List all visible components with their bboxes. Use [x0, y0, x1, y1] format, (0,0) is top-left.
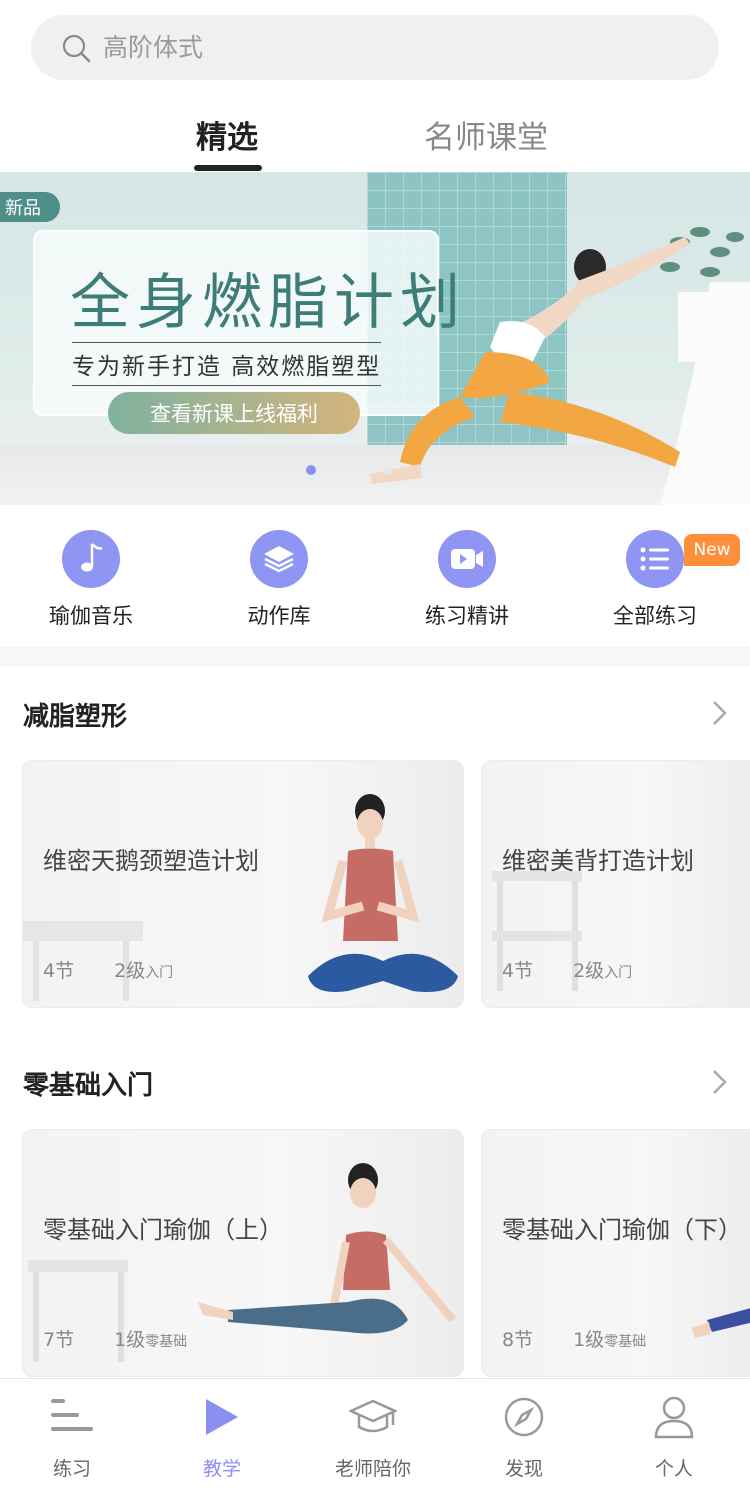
category-yoga-music[interactable]: 瑜伽音乐 [16, 530, 166, 630]
nav-discover[interactable]: 发现 [449, 1394, 599, 1481]
section-title-beginner: 零基础入门 [23, 1071, 154, 1101]
graduation-cap-icon [349, 1399, 397, 1433]
play-icon [206, 1399, 238, 1435]
course-title: 维密天鹅颈塑造计划 [43, 847, 259, 875]
session-count: 4节 [43, 960, 75, 982]
course-title: 维密美背打造计划 [502, 847, 694, 875]
nav-label: 老师陪你 [334, 1458, 411, 1480]
nav-teacher[interactable]: 老师陪你 [298, 1394, 448, 1481]
nav-label: 个人 [654, 1458, 693, 1480]
nav-label: 练习 [52, 1458, 91, 1480]
course-meta: 4节 2级入门 [502, 956, 632, 983]
layers-icon [250, 530, 308, 588]
category-label: 全部练习 [613, 604, 697, 628]
banner-cta-button[interactable]: 查看新课上线福利 [108, 392, 360, 434]
category-pose-library[interactable]: 动作库 [204, 530, 354, 630]
search-bar[interactable] [31, 15, 719, 80]
bottom-nav: 练习 教学 老师陪你 发现 个人 [0, 1378, 750, 1507]
nav-practice[interactable]: 练习 [0, 1394, 147, 1481]
music-note-icon [62, 530, 120, 588]
course-meta: 8节 1级零基础 [502, 1325, 646, 1352]
video-icon [438, 530, 496, 588]
course-level: 1级零基础 [573, 1329, 647, 1351]
practice-bars-icon [51, 1399, 93, 1431]
course-card[interactable]: 维密天鹅颈塑造计划 4节 2级入门 [22, 760, 464, 1008]
compass-icon [504, 1397, 544, 1437]
nav-teaching[interactable]: 教学 [147, 1394, 297, 1481]
session-count: 7节 [43, 1329, 75, 1351]
category-row: 瑜伽音乐 动作库 练习精讲 全部练习 New [0, 505, 750, 647]
category-label: 练习精讲 [425, 604, 509, 628]
tab-active-indicator [194, 165, 262, 171]
nav-label: 发现 [504, 1458, 543, 1480]
course-level: 1级零基础 [114, 1329, 188, 1351]
course-meta: 4节 2级入门 [43, 956, 173, 983]
course-card[interactable]: 零基础入门瑜伽（下） 8节 1级零基础 [481, 1129, 750, 1377]
nav-profile[interactable]: 个人 [599, 1394, 749, 1481]
model-meditating-image [308, 794, 458, 992]
banner-subtitle: 专为新手打造 高效燃脂塑型 [72, 342, 382, 386]
category-practice-lectures[interactable]: 练习精讲 [392, 530, 542, 630]
search-icon [62, 34, 91, 62]
course-level: 2级入门 [573, 960, 633, 982]
top-tabs: 精选 名师课堂 [0, 100, 750, 171]
category-label: 瑜伽音乐 [49, 604, 133, 628]
chevron-right-icon[interactable] [708, 698, 730, 728]
session-count: 8节 [502, 1329, 534, 1351]
course-level: 2级入门 [114, 960, 174, 982]
chevron-right-icon[interactable] [708, 1067, 730, 1097]
tab-famous-teachers[interactable]: 名师课堂 [424, 112, 548, 157]
search-input[interactable] [103, 33, 663, 62]
section-divider [0, 647, 750, 667]
chair-background-image [23, 921, 143, 1001]
model-seated-stretch-image [198, 1163, 457, 1334]
course-title: 零基础入门瑜伽（下） [502, 1216, 742, 1244]
new-product-tag: 新品 [0, 192, 60, 222]
tab-featured[interactable]: 精选 [196, 112, 258, 157]
course-meta: 7节 1级零基础 [43, 1325, 187, 1352]
list-icon [626, 530, 684, 588]
section-title-fat-burn: 减脂塑形 [23, 702, 128, 732]
new-badge: New [684, 534, 740, 566]
session-count: 4节 [502, 960, 534, 982]
nav-label: 教学 [202, 1458, 241, 1480]
yoga-model-illustration [370, 237, 690, 484]
course-card[interactable]: 零基础入门瑜伽（上） 7节 1级零基础 [22, 1129, 464, 1377]
banner-dot-active[interactable] [306, 465, 316, 475]
banner-dot[interactable] [382, 465, 392, 475]
category-label: 动作库 [247, 604, 311, 628]
model-leg-image [692, 1308, 750, 1338]
person-icon [654, 1396, 694, 1439]
promo-banner[interactable]: 新品 全身燃脂计划 专为新手打造 高效燃脂塑型 查看新课上线福利 [0, 172, 750, 505]
course-card[interactable]: 维密美背打造计划 4节 2级入门 [481, 760, 750, 1008]
